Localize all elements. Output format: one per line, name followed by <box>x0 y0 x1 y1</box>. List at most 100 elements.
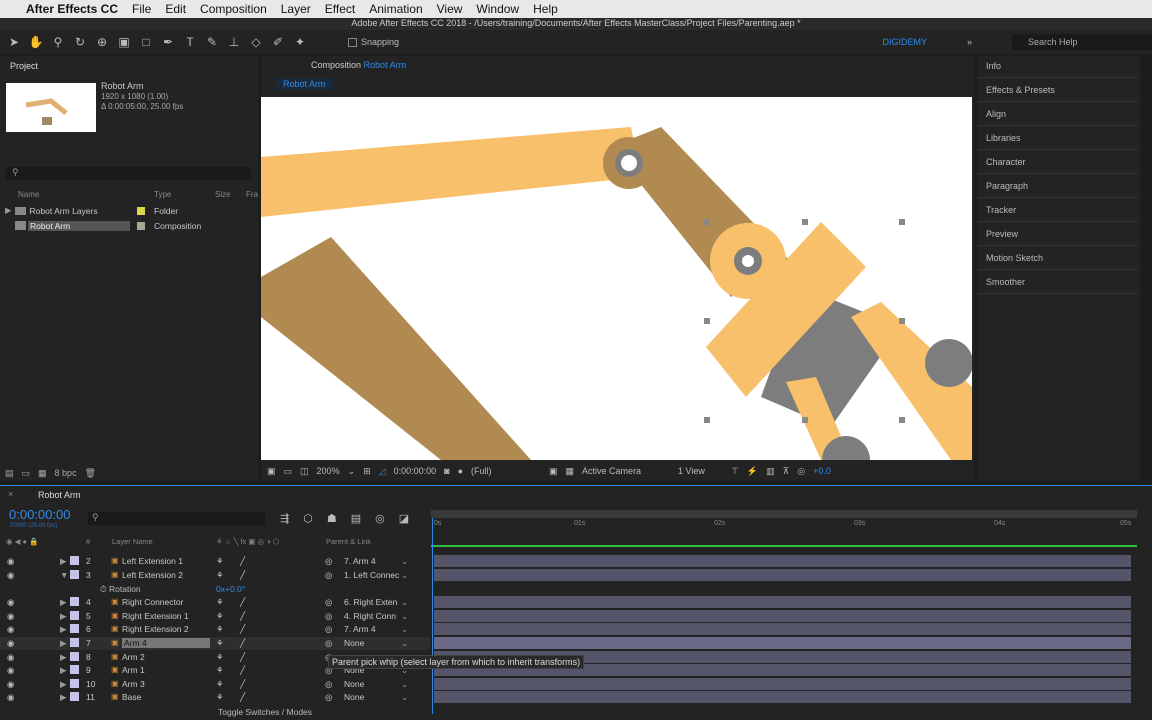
snapshot-icon[interactable]: ◙ <box>444 466 449 476</box>
current-time[interactable]: 0:00:00:00 <box>394 466 437 476</box>
layer-duration-bar[interactable] <box>434 555 1131 567</box>
eye-icon[interactable]: ◉ <box>7 556 14 567</box>
quality-switch-icon[interactable]: ╱ <box>240 665 245 676</box>
time-ruler[interactable]: 0s 01s 02s 03s 04s 05s <box>431 518 1137 532</box>
label-color[interactable] <box>137 221 145 230</box>
shy-switch-icon[interactable]: ⚘ <box>216 556 224 567</box>
layer-name[interactable]: Arm 4 <box>122 638 210 648</box>
flowchart-icon[interactable]: ⊼ <box>783 466 790 477</box>
reset-exposure-icon[interactable]: ◎ <box>797 466 805 477</box>
chevron-down-icon[interactable]: ⌄ <box>401 624 408 635</box>
shy-switch-icon[interactable]: ⚘ <box>216 638 224 649</box>
monitor-icon[interactable]: ▭ <box>284 466 293 477</box>
layer-row[interactable]: ◉ ▶ 11 ▣ Base ⚘ ╱ ◎ None ⌄ <box>0 691 430 704</box>
layer-name[interactable]: Arm 2 <box>122 652 145 662</box>
layer-duration-bar[interactable] <box>434 610 1131 622</box>
menu-effect[interactable]: Effect <box>325 2 355 16</box>
chevron-down-icon[interactable]: ⌄ <box>401 611 408 622</box>
composition-viewer[interactable] <box>261 97 972 460</box>
project-row-composition[interactable]: Robot Arm Composition <box>0 219 258 232</box>
close-tab-icon[interactable]: × <box>8 489 13 499</box>
grid-icon[interactable]: ⊞ <box>363 466 371 477</box>
menu-view[interactable]: View <box>437 2 463 16</box>
layer-duration-bar[interactable] <box>434 691 1131 703</box>
quality-switch-icon[interactable]: ╱ <box>240 638 245 649</box>
trash-icon[interactable]: 🗑 <box>85 468 96 479</box>
panel-tracker[interactable]: Tracker <box>986 205 1016 215</box>
shy-switch-icon[interactable]: ⚘ <box>216 624 224 635</box>
col-size[interactable]: Size <box>215 190 231 199</box>
layer-row[interactable]: ◉ ▼ 3 ▣ Left Extension 2 ⚘ ╱ ◎ 1. Left C… <box>0 569 430 582</box>
layer-name[interactable]: Right Connector <box>122 597 183 607</box>
zoom-tool-icon[interactable]: ⚲ <box>50 34 66 50</box>
interpret-footage-icon[interactable]: ▤ <box>5 468 14 479</box>
layer-name[interactable]: Right Extension 1 <box>122 611 189 621</box>
menu-animation[interactable]: Animation <box>369 2 422 16</box>
chevron-down-icon[interactable]: ⌄ <box>348 466 356 477</box>
eye-icon[interactable]: ◉ <box>7 611 14 622</box>
eye-icon[interactable]: ◉ <box>7 665 14 676</box>
layer-search-input[interactable]: ⚲ <box>88 512 265 525</box>
col-layer-name[interactable]: Layer Name <box>112 537 153 546</box>
panel-libraries[interactable]: Libraries <box>986 133 1021 143</box>
expand-arrow-icon[interactable]: ▶ <box>60 611 67 622</box>
work-area-bar[interactable] <box>431 510 1137 518</box>
puppet-tool-icon[interactable]: ✦ <box>292 34 308 50</box>
app-menu[interactable]: After Effects CC <box>26 2 118 16</box>
pick-whip-icon[interactable]: ◎ <box>325 570 332 581</box>
label-color[interactable] <box>70 611 79 620</box>
shy-switch-icon[interactable]: ⚘ <box>216 679 224 690</box>
rotate-tool-icon[interactable]: ↻ <box>72 34 88 50</box>
panel-motion-sketch[interactable]: Motion Sketch <box>986 253 1043 263</box>
roi-icon[interactable]: ▣ <box>549 466 558 477</box>
quality-switch-icon[interactable]: ╱ <box>240 692 245 703</box>
label-color[interactable] <box>70 570 79 579</box>
pick-whip-icon[interactable]: ◎ <box>325 692 332 703</box>
playhead[interactable] <box>432 518 433 714</box>
composition-panel-title[interactable]: Composition Robot Arm <box>311 60 406 70</box>
toggle-switches-modes[interactable]: Toggle Switches / Modes <box>218 707 312 717</box>
layer-row[interactable]: ◉ ▶ 7 ▣ Arm 4 ⚘ ╱ ◎ None ⌄ <box>0 637 430 650</box>
eraser-tool-icon[interactable]: ◇ <box>248 34 264 50</box>
quality-switch-icon[interactable]: ╱ <box>240 652 245 663</box>
label-color[interactable] <box>70 597 79 606</box>
selection-tool-icon[interactable]: ➤ <box>6 34 22 50</box>
chevron-down-icon[interactable]: ⌄ <box>401 692 408 703</box>
layer-name[interactable]: Arm 1 <box>122 665 145 675</box>
shy-switch-icon[interactable]: ⚘ <box>216 570 224 581</box>
panel-info[interactable]: Info <box>986 61 1001 71</box>
expand-arrow-icon[interactable]: ▶ <box>60 556 67 567</box>
draft-3d-icon[interactable]: ⬡ <box>303 512 313 525</box>
expand-arrow-icon[interactable]: ▶ <box>60 679 67 690</box>
new-composition-icon[interactable]: ▦ <box>38 468 47 479</box>
menu-file[interactable]: File <box>132 2 151 16</box>
menu-edit[interactable]: Edit <box>165 2 186 16</box>
transparency-grid-icon[interactable]: ▦ <box>566 466 575 477</box>
expand-arrow-icon[interactable]: ▶ <box>60 624 67 635</box>
pick-whip-icon[interactable]: ◎ <box>325 624 332 635</box>
frame-blending-icon[interactable]: ▤ <box>351 512 361 525</box>
shy-switch-icon[interactable]: ⚘ <box>216 652 224 663</box>
expand-arrow-icon[interactable]: ▶ <box>60 692 67 703</box>
eye-icon[interactable]: ◉ <box>7 638 14 649</box>
eye-icon[interactable]: ◉ <box>7 597 14 608</box>
roto-tool-icon[interactable]: ✐ <box>270 34 286 50</box>
chevron-down-icon[interactable]: ⌄ <box>401 679 408 690</box>
camera-select[interactable]: Active Camera <box>582 466 670 476</box>
panel-effects-presets[interactable]: Effects & Presets <box>986 85 1055 95</box>
expand-arrow-icon[interactable]: ▶ <box>60 638 67 649</box>
timeline-icon[interactable]: ▥ <box>766 466 775 477</box>
layer-duration-bar[interactable] <box>434 637 1131 649</box>
motion-blur-icon[interactable]: ◎ <box>375 512 385 525</box>
project-item-name[interactable]: Robot Arm <box>101 81 144 91</box>
pick-whip-icon[interactable]: ◎ <box>325 679 332 690</box>
eye-icon[interactable]: ◉ <box>7 679 14 690</box>
layer-row[interactable]: ◉ ▶ 5 ▣ Right Extension 1 ⚘ ╱ ◎ 4. Right… <box>0 610 430 623</box>
menu-composition[interactable]: Composition <box>200 2 267 16</box>
layer-name[interactable]: Left Extension 2 <box>122 570 183 580</box>
layer-row[interactable]: ◉ ▶ 2 ▣ Left Extension 1 ⚘ ╱ ◎ 7. Arm 4 … <box>0 555 430 568</box>
panel-paragraph[interactable]: Paragraph <box>986 181 1028 191</box>
region-icon[interactable]: ◿ <box>379 466 386 477</box>
label-color[interactable] <box>70 556 79 565</box>
menu-help[interactable]: Help <box>533 2 558 16</box>
